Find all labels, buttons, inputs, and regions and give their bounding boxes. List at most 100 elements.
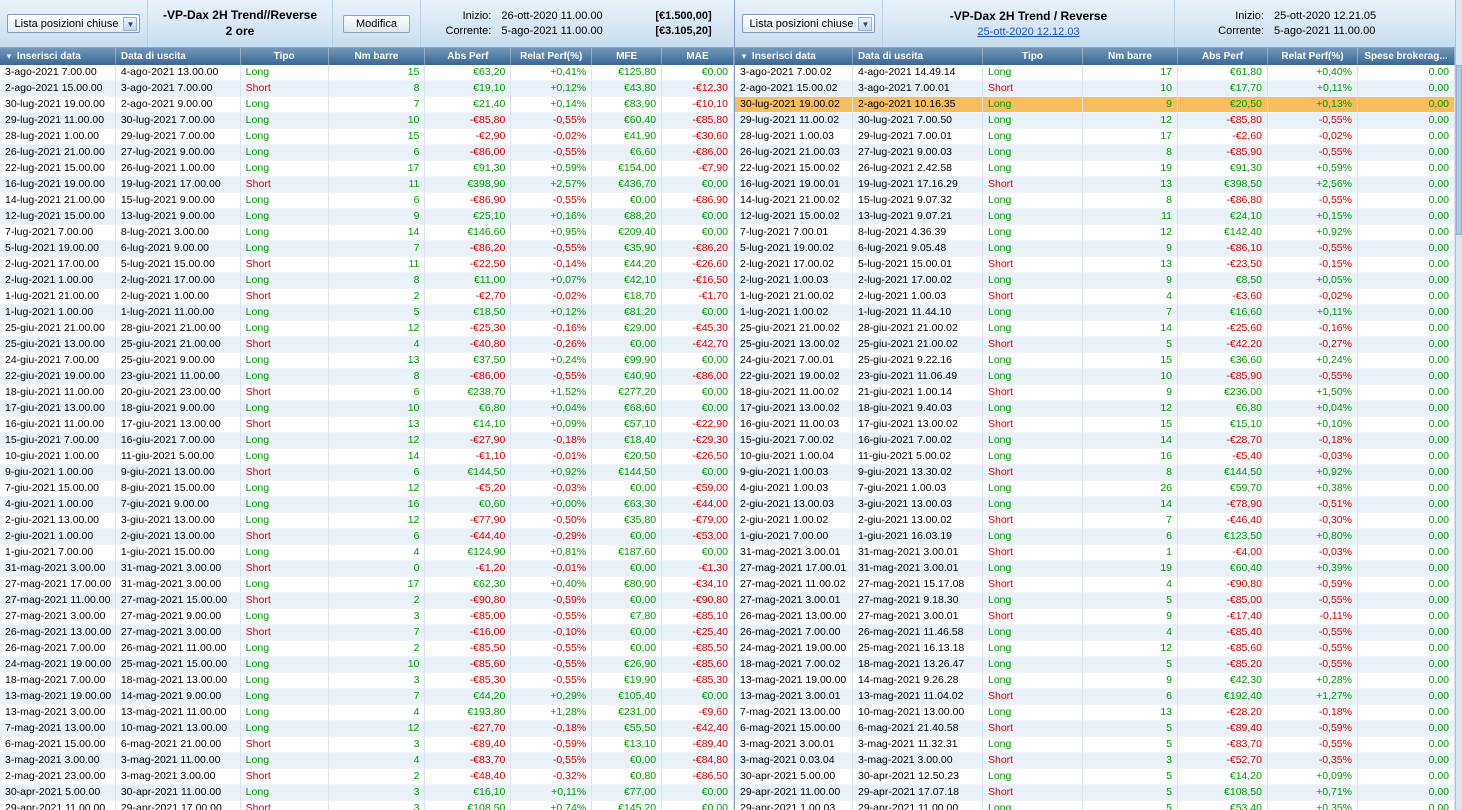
table-row[interactable]: 2-giu-2021 13.00.03 3-giu-2021 13.00.03 Lo… — [735, 497, 1455, 513]
column-header-4[interactable]: Abs Perf — [1178, 48, 1268, 65]
table-row[interactable]: 31-mag-2021 3.00.00 31-mag-2021 3.00.00 Sh… — [0, 561, 734, 577]
vertical-scrollbar[interactable] — [1455, 0, 1462, 810]
table-row[interactable]: 6-mag-2021 15.00.00 6-mag-2021 21.00.00 Sh… — [0, 737, 734, 753]
column-header-3[interactable]: Nm barre — [329, 48, 426, 65]
column-header-2[interactable]: Tipo — [983, 48, 1083, 65]
table-row[interactable]: 25-giu-2021 21.00.00 28-giu-2021 21.00.00… — [0, 321, 734, 337]
table-row[interactable]: 2-ago-2021 15.00.02 3-ago-2021 7.00.01 Sho… — [735, 81, 1455, 97]
table-row[interactable]: 17-giu-2021 13.00.02 18-giu-2021 9.40.03 L… — [735, 401, 1455, 417]
table-row[interactable]: 2-lug-2021 17.00.02 5-lug-2021 15.00.01 Sh… — [735, 257, 1455, 273]
table-row[interactable]: 25-giu-2021 13.00.00 25-giu-2021 21.00.00… — [0, 337, 734, 353]
table-row[interactable]: 16-giu-2021 11.00.00 17-giu-2021 13.00.00… — [0, 417, 734, 433]
table-row[interactable]: 4-giu-2021 1.00.00 7-giu-2021 9.00.00 Long… — [0, 497, 734, 513]
table-row[interactable]: 9-giu-2021 1.00.00 9-giu-2021 13.00.00 Sho… — [0, 465, 734, 481]
left-positions-dropdown[interactable]: Lista posizioni chiuse ▼ — [6, 14, 141, 33]
table-row[interactable]: 2-lug-2021 1.00.00 2-lug-2021 17.00.00 Lon… — [0, 273, 734, 289]
column-header-1[interactable]: Data di uscita — [116, 48, 241, 65]
table-row[interactable]: 14-lug-2021 21.00.00 15-lug-2021 9.00.00 L… — [0, 193, 734, 209]
table-row[interactable]: 27-mag-2021 11.00.02 27-mag-2021 15.17.08… — [735, 577, 1455, 593]
table-row[interactable]: 25-giu-2021 21.00.02 28-giu-2021 21.00.02… — [735, 321, 1455, 337]
table-row[interactable]: 24-mag-2021 19.00.00 25-mag-2021 15.00.00… — [0, 657, 734, 673]
table-row[interactable]: 27-mag-2021 3.00.01 27-mag-2021 9.18.30 Lo… — [735, 593, 1455, 609]
table-row[interactable]: 18-mag-2021 7.00.00 18-mag-2021 13.00.00 L… — [0, 673, 734, 689]
table-row[interactable]: 26-lug-2021 21.00.00 27-lug-2021 9.00.00 L… — [0, 145, 734, 161]
table-row[interactable]: 24-giu-2021 7.00.00 25-giu-2021 9.00.00 Lo… — [0, 353, 734, 369]
table-row[interactable]: 28-lug-2021 1.00.03 29-lug-2021 7.00.01 Lo… — [735, 129, 1455, 145]
table-row[interactable]: 3-ago-2021 7.00.02 4-ago-2021 14.49.14 Lon… — [735, 65, 1455, 81]
table-row[interactable]: 26-mag-2021 7.00.00 26-mag-2021 11.00.00 L… — [0, 641, 734, 657]
table-row[interactable]: 14-lug-2021 21.00.02 15-lug-2021 9.07.32 L… — [735, 193, 1455, 209]
table-row[interactable]: 2-giu-2021 1.00.00 2-giu-2021 13.00.00 Sho… — [0, 529, 734, 545]
table-row[interactable]: 30-apr-2021 5.00.00 30-apr-2021 11.00.00 L… — [0, 785, 734, 801]
table-row[interactable]: 27-mag-2021 11.00.00 27-mag-2021 15.00.00… — [0, 593, 734, 609]
table-row[interactable]: 13-mag-2021 3.00.01 13-mag-2021 11.04.02 S… — [735, 689, 1455, 705]
column-header-1[interactable]: Data di uscita — [853, 48, 983, 65]
table-row[interactable]: 30-lug-2021 19.00.02 2-ago-2021 10.16.35 L… — [735, 97, 1455, 113]
column-header-6[interactable]: Spese brokerag... — [1358, 48, 1455, 65]
scrollbar-thumb[interactable] — [1456, 65, 1462, 235]
table-row[interactable]: 29-apr-2021 11.00.00 29-apr-2021 17.00.00… — [0, 801, 734, 810]
table-row[interactable]: 16-lug-2021 19.00.00 19-lug-2021 17.00.00… — [0, 177, 734, 193]
table-row[interactable]: 29-apr-2021 1.00.03 29-apr-2021 11.00.00 L… — [735, 801, 1455, 810]
table-row[interactable]: 29-apr-2021 11.00.00 29-apr-2021 17.07.18… — [735, 785, 1455, 801]
table-row[interactable]: 18-mag-2021 7.00.02 18-mag-2021 13.26.47 L… — [735, 657, 1455, 673]
table-row[interactable]: 16-lug-2021 19.00.01 19-lug-2021 17.16.29… — [735, 177, 1455, 193]
table-row[interactable]: 16-giu-2021 11.00.03 17-giu-2021 13.00.02… — [735, 417, 1455, 433]
table-row[interactable]: 1-lug-2021 1.00.02 1-lug-2021 11.44.10 Lon… — [735, 305, 1455, 321]
table-row[interactable]: 7-mag-2021 13.00.00 10-mag-2021 13.00.00 L… — [735, 705, 1455, 721]
table-row[interactable]: 17-giu-2021 13.00.00 18-giu-2021 9.00.00 L… — [0, 401, 734, 417]
table-row[interactable]: 24-mag-2021 19.00.00 25-mag-2021 16.13.18… — [735, 641, 1455, 657]
table-row[interactable]: 3-mag-2021 0.03.04 3-mag-2021 3.00.00 Shor… — [735, 753, 1455, 769]
table-row[interactable]: 7-lug-2021 7.00.01 8-lug-2021 4.36.39 Long… — [735, 225, 1455, 241]
table-row[interactable]: 22-lug-2021 15.00.00 26-lug-2021 1.00.00 L… — [0, 161, 734, 177]
table-row[interactable]: 22-lug-2021 15.00.02 26-lug-2021 2.42.58 L… — [735, 161, 1455, 177]
table-row[interactable]: 25-giu-2021 13.00.02 25-giu-2021 21.00.02… — [735, 337, 1455, 353]
table-row[interactable]: 18-giu-2021 11.00.00 20-giu-2021 23.00.00… — [0, 385, 734, 401]
table-row[interactable]: 2-mag-2021 23.00.00 3-mag-2021 3.00.00 Sho… — [0, 769, 734, 785]
table-row[interactable]: 27-mag-2021 17.00.00 31-mag-2021 3.00.00 L… — [0, 577, 734, 593]
table-row[interactable]: 13-mag-2021 19.00.00 14-mag-2021 9.00.00 L… — [0, 689, 734, 705]
strategy-date-link[interactable]: 25-ott-2020 12.12.03 — [977, 26, 1079, 38]
table-row[interactable]: 12-lug-2021 15.00.00 13-lug-2021 9.00.00 L… — [0, 209, 734, 225]
table-row[interactable]: 26-mag-2021 7.00.00 26-mag-2021 11.46.58 L… — [735, 625, 1455, 641]
table-row[interactable]: 7-lug-2021 7.00.00 8-lug-2021 3.00.00 Long… — [0, 225, 734, 241]
table-row[interactable]: 30-lug-2021 19.00.00 2-ago-2021 9.00.00 Lo… — [0, 97, 734, 113]
table-row[interactable]: 22-giu-2021 19.00.02 23-giu-2021 11.06.49… — [735, 369, 1455, 385]
table-row[interactable]: 5-lug-2021 19.00.02 6-lug-2021 9.05.48 Lon… — [735, 241, 1455, 257]
table-row[interactable]: 27-mag-2021 3.00.00 27-mag-2021 9.00.00 Lo… — [0, 609, 734, 625]
column-header-6[interactable]: MFE — [592, 48, 663, 65]
table-row[interactable]: 1-lug-2021 21.00.02 2-lug-2021 1.00.03 Sho… — [735, 289, 1455, 305]
table-row[interactable]: 7-giu-2021 15.00.00 8-giu-2021 15.00.00 Lo… — [0, 481, 734, 497]
right-positions-dropdown[interactable]: Lista posizioni chiuse ▼ — [741, 14, 876, 33]
table-row[interactable]: 3-mag-2021 3.00.01 3-mag-2021 11.32.31 Lon… — [735, 737, 1455, 753]
table-row[interactable]: 4-giu-2021 1.00.03 7-giu-2021 1.00.03 Long… — [735, 481, 1455, 497]
column-header-5[interactable]: Relat Perf(%) — [511, 48, 593, 65]
table-row[interactable]: 31-mag-2021 3.00.01 31-mag-2021 3.00.01 Sh… — [735, 545, 1455, 561]
table-row[interactable]: 3-mag-2021 3.00.00 3-mag-2021 11.00.00 Lon… — [0, 753, 734, 769]
modifica-button[interactable]: Modifica — [343, 14, 410, 33]
table-row[interactable]: 7-mag-2021 13.00.00 10-mag-2021 13.00.00 L… — [0, 721, 734, 737]
table-row[interactable]: 5-lug-2021 19.00.00 6-lug-2021 9.00.00 Lon… — [0, 241, 734, 257]
table-row[interactable]: 29-lug-2021 11.00.02 30-lug-2021 7.00.50 L… — [735, 113, 1455, 129]
table-row[interactable]: 18-giu-2021 11.00.02 21-giu-2021 1.00.14 S… — [735, 385, 1455, 401]
table-row[interactable]: 3-ago-2021 7.00.00 4-ago-2021 13.00.00 Lon… — [0, 65, 734, 81]
table-row[interactable]: 24-giu-2021 7.00.01 25-giu-2021 9.22.16 Lo… — [735, 353, 1455, 369]
table-row[interactable]: 26-mag-2021 13.00.00 27-mag-2021 3.00.01 S… — [735, 609, 1455, 625]
table-row[interactable]: 9-giu-2021 1.00.03 9-giu-2021 13.30.02 Sho… — [735, 465, 1455, 481]
table-row[interactable]: 10-giu-2021 1.00.04 11-giu-2021 5.00.02 Lo… — [735, 449, 1455, 465]
column-header-0[interactable]: ▼ Inserisci data — [735, 48, 853, 65]
table-row[interactable]: 10-giu-2021 1.00.00 11-giu-2021 5.00.00 Lo… — [0, 449, 734, 465]
table-row[interactable]: 2-giu-2021 1.00.02 2-giu-2021 13.00.02 Sho… — [735, 513, 1455, 529]
table-row[interactable]: 1-lug-2021 21.00.00 2-lug-2021 1.00.00 Sho… — [0, 289, 734, 305]
table-row[interactable]: 2-ago-2021 15.00.00 3-ago-2021 7.00.00 Sho… — [0, 81, 734, 97]
table-row[interactable]: 12-lug-2021 15.00.02 13-lug-2021 9.07.21 L… — [735, 209, 1455, 225]
table-row[interactable]: 26-lug-2021 21.00.03 27-lug-2021 9.00.03 L… — [735, 145, 1455, 161]
table-row[interactable]: 1-lug-2021 1.00.00 1-lug-2021 11.00.00 Lon… — [0, 305, 734, 321]
table-row[interactable]: 13-mag-2021 3.00.00 13-mag-2021 11.00.00 L… — [0, 705, 734, 721]
table-row[interactable]: 13-mag-2021 19.00.00 14-mag-2021 9.26.28 L… — [735, 673, 1455, 689]
table-row[interactable]: 2-lug-2021 1.00.03 2-lug-2021 17.00.02 Lon… — [735, 273, 1455, 289]
column-header-4[interactable]: Abs Perf — [425, 48, 512, 65]
table-row[interactable]: 22-giu-2021 19.00.00 23-giu-2021 11.00.00… — [0, 369, 734, 385]
table-row[interactable]: 1-giu-2021 7.00.00 1-giu-2021 15.00.00 Lon… — [0, 545, 734, 561]
table-row[interactable]: 2-lug-2021 17.00.00 5-lug-2021 15.00.00 Sh… — [0, 257, 734, 273]
